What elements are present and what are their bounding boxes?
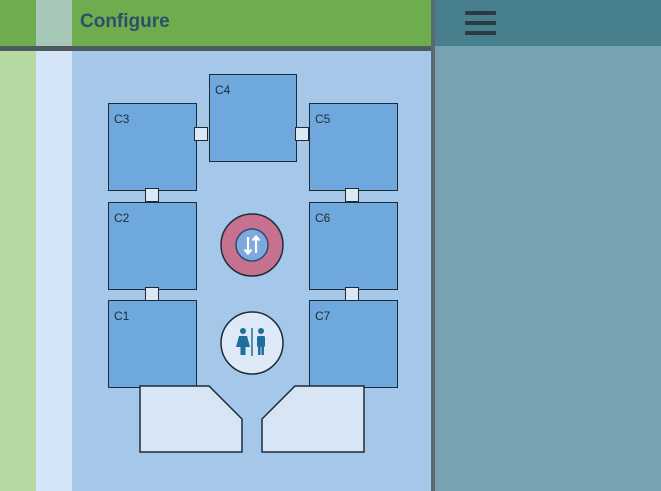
- cabin-label: C7: [315, 309, 331, 323]
- cabin-c6[interactable]: C6: [309, 202, 398, 290]
- left-rail-head: [0, 0, 36, 46]
- cabin-c3[interactable]: C3: [108, 103, 197, 191]
- cabin-c1[interactable]: C1: [108, 300, 197, 388]
- entrance-platform-left: [139, 385, 243, 453]
- connector-c5-c6: [345, 188, 359, 202]
- left-rail: [0, 0, 36, 491]
- restroom-icon[interactable]: [219, 311, 285, 377]
- cabin-c5[interactable]: C5: [309, 103, 398, 191]
- page-title: Configure: [80, 11, 170, 32]
- secondary-rail-head: [36, 0, 72, 46]
- entrance-platform-right: [261, 385, 365, 453]
- secondary-rail: [36, 0, 72, 491]
- cabin-label: C4: [215, 83, 231, 97]
- elevator-up-down-icon[interactable]: [219, 213, 285, 279]
- cabin-c2[interactable]: C2: [108, 202, 197, 290]
- cabin-c4[interactable]: C4: [209, 74, 297, 162]
- side-panel: [435, 0, 661, 491]
- connector-c2-c1: [145, 287, 159, 301]
- connector-c4-c5: [295, 127, 309, 141]
- cabin-c7[interactable]: C7: [309, 300, 398, 388]
- cabin-label: C1: [114, 309, 130, 323]
- connector-c6-c7: [345, 287, 359, 301]
- floor-plan: C1 C2 C3 C4 C5 C6 C7: [72, 51, 431, 491]
- connector-c3-c4: [194, 127, 208, 141]
- cabin-label: C6: [315, 211, 331, 225]
- header-bar: Configure: [72, 0, 431, 46]
- cabin-label: C2: [114, 211, 130, 225]
- cabin-label: C5: [315, 112, 331, 126]
- menu-bar: [465, 11, 496, 15]
- cabin-label: C3: [114, 112, 130, 126]
- hamburger-menu-icon[interactable]: [465, 11, 496, 35]
- connector-c3-c2: [145, 188, 159, 202]
- menu-bar: [465, 31, 496, 35]
- menu-bar: [465, 21, 496, 25]
